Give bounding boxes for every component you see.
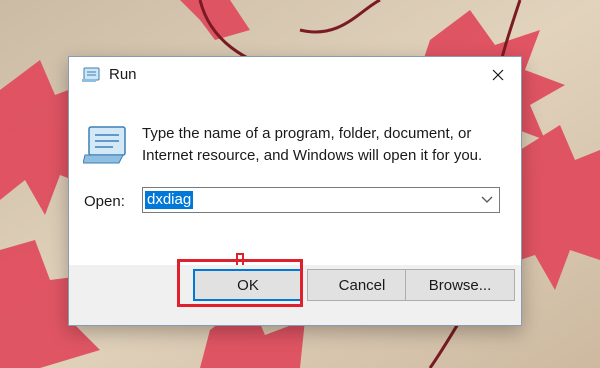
- chevron-down-icon[interactable]: [481, 196, 493, 204]
- browse-button[interactable]: Browse...: [405, 269, 515, 301]
- close-button[interactable]: [475, 57, 521, 93]
- open-input-value[interactable]: dxdiag: [145, 191, 194, 209]
- dialog-description: Type the name of a program, folder, docu…: [142, 125, 483, 164]
- open-combobox[interactable]: dxdiag: [142, 187, 500, 213]
- run-dialog: Run Type the name of a program, folder, …: [68, 56, 522, 326]
- cancel-button[interactable]: Cancel: [307, 269, 417, 301]
- open-label: Open:: [84, 193, 125, 210]
- run-icon: [83, 126, 126, 164]
- dialog-content: Type the name of a program, folder, docu…: [69, 93, 521, 293]
- ok-button[interactable]: OK: [193, 269, 303, 301]
- dialog-title: Run: [109, 66, 137, 83]
- close-icon: [492, 69, 504, 81]
- run-icon: [82, 67, 100, 82]
- title-bar[interactable]: Run: [69, 57, 521, 93]
